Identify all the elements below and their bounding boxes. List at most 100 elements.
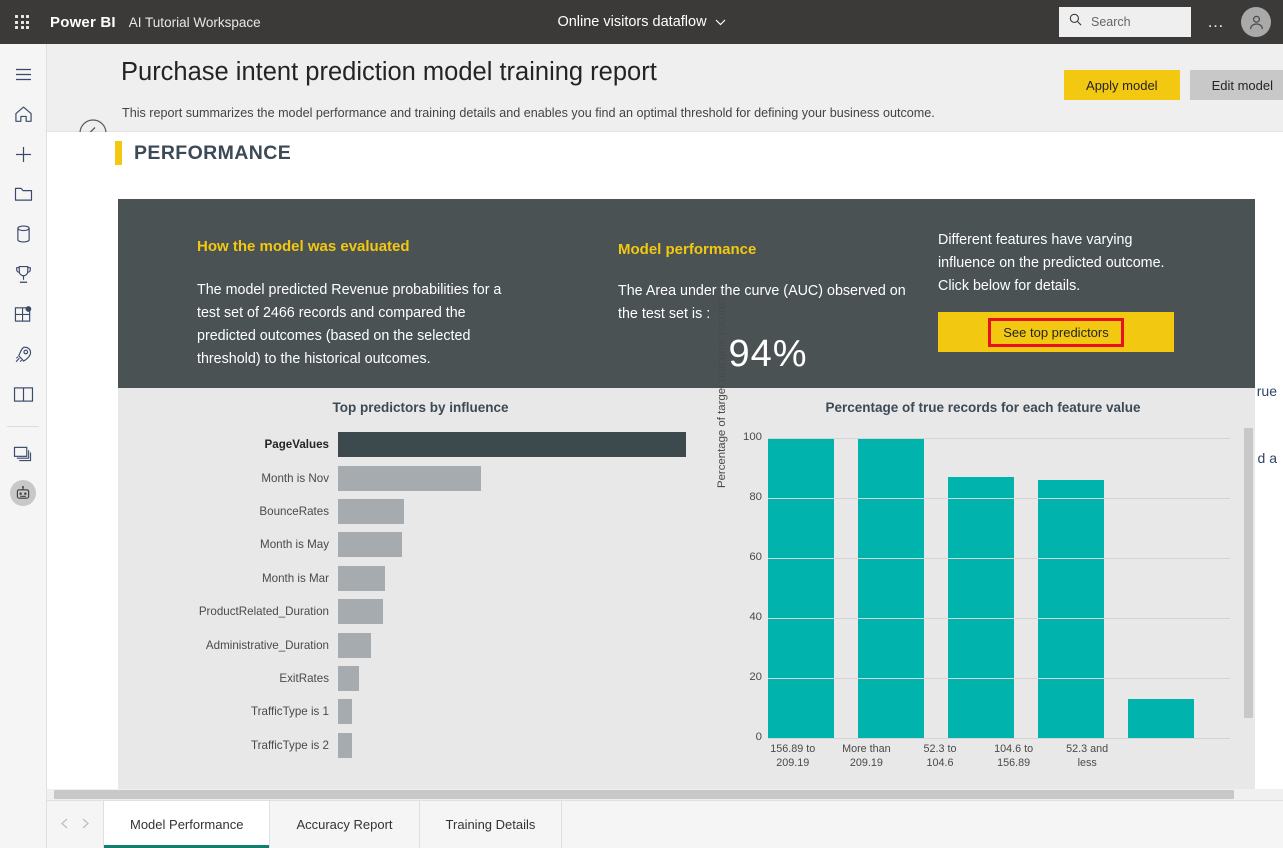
- sidebar-item-data-hub[interactable]: [0, 214, 47, 254]
- predictor-row[interactable]: ProductRelated_Duration: [148, 595, 693, 628]
- chevron-left-icon[interactable]: [60, 818, 69, 832]
- canvas-horizontal-scrollbar-thumb[interactable]: [54, 790, 1234, 799]
- dataflow-name: Online visitors dataflow: [557, 14, 707, 30]
- left-navigation-rail: [0, 44, 47, 848]
- column-bar-wrapper[interactable]: [948, 438, 1014, 738]
- predictor-row[interactable]: PageValues: [148, 428, 693, 461]
- column-bar: [1038, 480, 1104, 738]
- powerbi-brand[interactable]: Power BI: [50, 14, 116, 31]
- gridline: [768, 558, 1230, 559]
- page-title: Purchase intent prediction model trainin…: [121, 58, 657, 86]
- database-icon: [16, 225, 31, 243]
- auc-value: 94%: [728, 333, 808, 375]
- predictor-bar: [338, 732, 352, 758]
- predictor-bar: [338, 532, 403, 558]
- report-tab[interactable]: Model Performance: [103, 801, 271, 848]
- sidebar-item-home[interactable]: [0, 94, 47, 134]
- book-icon: [13, 386, 34, 403]
- predictor-row[interactable]: Month is Nov: [148, 461, 693, 494]
- sidebar-item-browse[interactable]: [0, 174, 47, 214]
- page-subtitle: This report summarizes the model perform…: [122, 106, 935, 120]
- edit-model-button[interactable]: Edit model: [1189, 70, 1283, 100]
- see-top-predictors-button[interactable]: See top predictors: [938, 312, 1174, 352]
- sidebar-item-workspaces[interactable]: [0, 433, 47, 473]
- robot-icon: [15, 485, 31, 501]
- predictor-row[interactable]: TrafficType is 1: [148, 695, 693, 728]
- cutoff-text-line1: rue: [1256, 383, 1277, 399]
- predictor-label: Month is Nov: [261, 471, 329, 485]
- gridline: [768, 618, 1230, 619]
- y-axis-tick: 20: [749, 671, 762, 683]
- summary-column-evaluation: How the model was evaluated The model pr…: [197, 238, 527, 371]
- hamburger-icon: [15, 68, 32, 81]
- predictor-row[interactable]: TrafficType is 2: [148, 729, 693, 762]
- predictor-label: Month is Mar: [261, 571, 329, 585]
- canvas-vertical-scrollbar[interactable]: [1244, 428, 1253, 718]
- plot-area: 0 20 40 60 80 100: [743, 431, 1230, 743]
- summary-column-performance: Model performance The Area under the cur…: [618, 241, 918, 376]
- search-box[interactable]: [1059, 7, 1191, 37]
- ellipsis-icon[interactable]: …: [1201, 13, 1231, 30]
- summary-column-predictors: Different features have varying influenc…: [938, 229, 1188, 352]
- performance-body: The Area under the curve (AUC) observed …: [618, 283, 906, 322]
- evaluation-body: The model predicted Revenue probabilitie…: [197, 282, 502, 367]
- report-tab[interactable]: Training Details: [420, 801, 563, 848]
- workspaces-icon: [13, 445, 33, 462]
- predictor-label: TrafficType is 2: [251, 738, 329, 752]
- workspace-name[interactable]: AI Tutorial Workspace: [129, 15, 261, 30]
- sidebar-item-apps[interactable]: [0, 294, 47, 334]
- feature-value-column-chart[interactable]: Percentage of target outcome records 0 20…: [716, 297, 1248, 789]
- predictor-label: Month is May: [260, 538, 329, 552]
- predictor-bar: [338, 565, 385, 591]
- powerbi-report-window: Power BI AI Tutorial Workspace Online vi…: [0, 0, 1283, 848]
- predictor-bar: [338, 465, 481, 491]
- x-axis-tick: 156.89 to 209.19: [770, 743, 816, 769]
- search-icon: [1069, 13, 1082, 31]
- apply-model-button[interactable]: Apply model: [1064, 70, 1180, 100]
- predictor-bar: [338, 699, 352, 725]
- sidebar-item-hamburger-menu[interactable]: [0, 54, 47, 94]
- column-bar-wrapper[interactable]: [768, 438, 834, 738]
- top-navigation-bar: Power BI AI Tutorial Workspace Online vi…: [0, 0, 1283, 44]
- predictor-row[interactable]: Month is Mar: [148, 562, 693, 595]
- predictor-bar: [338, 599, 384, 625]
- report-tab[interactable]: Accuracy Report: [270, 801, 420, 848]
- column-bar-wrapper[interactable]: [1038, 438, 1104, 738]
- predictor-row[interactable]: BounceRates: [148, 495, 693, 528]
- canvas-horizontal-scrollbar-track[interactable]: [47, 789, 1283, 800]
- predictor-bar: [338, 498, 405, 524]
- chevron-down-icon: [715, 14, 726, 30]
- column-bars: [768, 438, 1230, 738]
- charts-container: Top predictors by influence PageValues Mo…: [118, 297, 1255, 800]
- predictor-row[interactable]: Administrative_Duration: [148, 628, 693, 661]
- column-bar-wrapper[interactable]: [858, 438, 924, 738]
- folder-icon: [14, 186, 33, 202]
- performance-heading: Model performance: [618, 241, 757, 258]
- search-input[interactable]: [1091, 15, 1181, 29]
- x-axis-tick: 52.3 and less: [1066, 743, 1109, 769]
- sidebar-item-goals[interactable]: [0, 254, 47, 294]
- waffle-grid-icon[interactable]: [0, 0, 44, 44]
- dataflow-selector[interactable]: Online visitors dataflow: [557, 14, 725, 30]
- y-axis-tick: 60: [749, 551, 762, 563]
- sidebar-divider: [7, 426, 39, 427]
- tab-navigation-arrows: [47, 801, 103, 848]
- y-axis-tick: 80: [749, 491, 762, 503]
- column-bar-wrapper[interactable]: [1128, 438, 1194, 738]
- chevron-right-icon[interactable]: [81, 818, 90, 832]
- predictor-row[interactable]: ExitRates: [148, 662, 693, 695]
- sidebar-item-learn[interactable]: [0, 374, 47, 414]
- sidebar-item-create[interactable]: [0, 134, 47, 174]
- sidebar-item-deployment-pipelines[interactable]: [0, 334, 47, 374]
- y-axis-tick: 100: [742, 431, 762, 443]
- column-bar: [768, 438, 834, 738]
- tab-list: Model Performance Accuracy Report Training…: [103, 801, 563, 848]
- user-avatar-icon[interactable]: [1241, 7, 1271, 37]
- column-bar: [1128, 699, 1194, 738]
- predictors-body: Different features have varying influenc…: [938, 232, 1165, 294]
- predictor-row[interactable]: Month is May: [148, 528, 693, 561]
- sidebar-item-current-workspace[interactable]: [0, 473, 47, 513]
- report-canvas: PERFORMANCE How the model was evaluated …: [47, 132, 1283, 800]
- x-axis-tick: 104.6 to 156.89: [994, 743, 1034, 769]
- top-predictors-bar-chart[interactable]: PageValues Month is Nov BounceRates Month i…: [148, 428, 693, 762]
